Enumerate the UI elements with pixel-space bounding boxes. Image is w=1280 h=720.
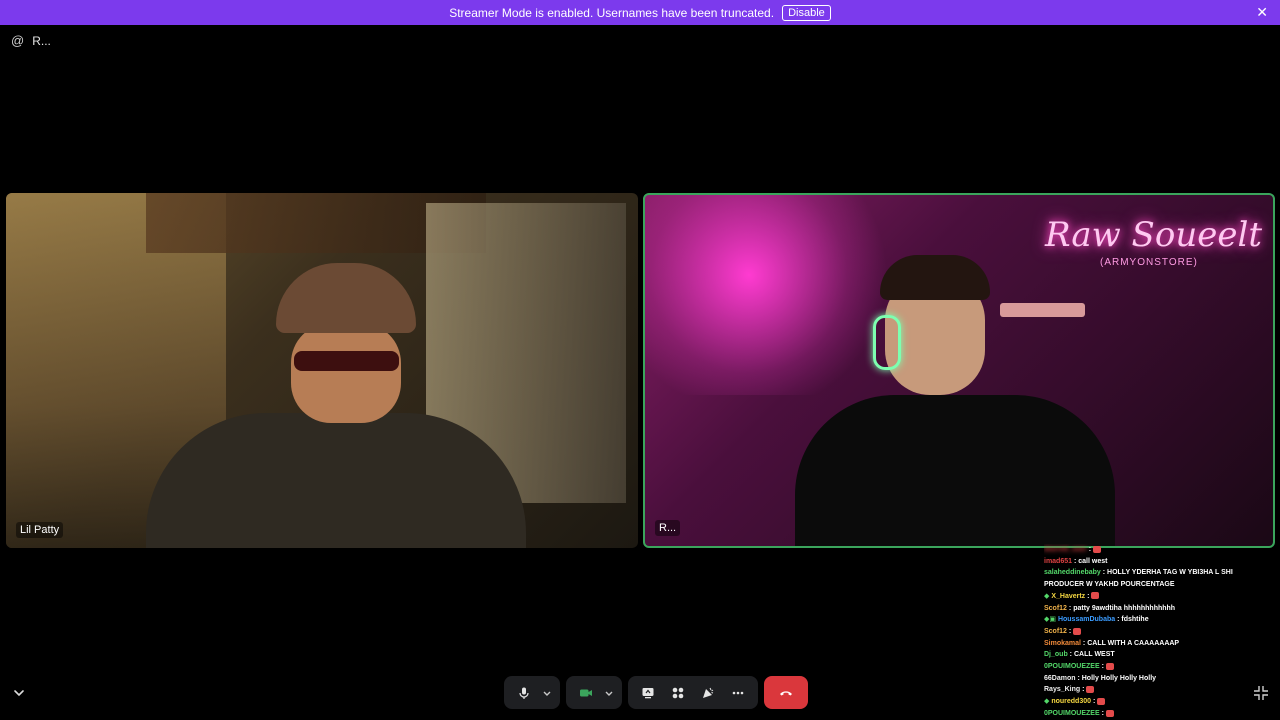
- chat-emote-icon: [1105, 662, 1114, 670]
- chat-emote-icon: [1073, 627, 1082, 635]
- chat-emote-icon: [1091, 592, 1100, 600]
- chat-username: Simokamal: [1044, 639, 1081, 647]
- participant-video: [795, 255, 1115, 546]
- chat-message: ◆ nouredd300 :: [1044, 696, 1272, 708]
- chat-message: Simokamal : CALL WITH A CAAAAAAAP: [1044, 639, 1180, 647]
- chat-text: Holly Holly Holly Holly: [1081, 674, 1157, 682]
- chat-message: 66Damon : Holly Holly Holly Holly: [1044, 674, 1157, 682]
- more-icon[interactable]: [724, 679, 752, 707]
- chat-emote-icon: [1097, 697, 1106, 705]
- chat-message: 0POUIMOUEZEE :: [1044, 708, 1272, 720]
- microphone-icon[interactable]: [510, 679, 538, 707]
- chat-username: nouredd300: [1051, 698, 1092, 706]
- camera-icon[interactable]: [572, 679, 600, 707]
- camera-options-chevron-icon[interactable]: [602, 679, 616, 707]
- activities-icon[interactable]: [664, 679, 692, 707]
- chat-message: salaheddinebaby : HOLLY YDERHA TAG W YBI…: [1044, 569, 1233, 589]
- chat-username: Scof12: [1044, 604, 1067, 612]
- call-controls: [504, 676, 808, 709]
- chat-username: 0POUIMOUEZEE: [1044, 663, 1100, 671]
- chat-message: Dj_oub : CALL WEST: [1044, 651, 1115, 659]
- disable-streamer-mode-button[interactable]: Disable: [782, 4, 831, 21]
- chat-message: Rays_King :: [1044, 684, 1272, 696]
- mic-group: [504, 676, 560, 709]
- chat-message: ◆ X_Havertz :: [1044, 591, 1272, 603]
- at-icon: @: [11, 33, 25, 48]
- chat-message: 0POUIMOUEZEE :: [1044, 661, 1272, 673]
- leave-call-button[interactable]: [764, 676, 808, 709]
- participant-video: [146, 263, 526, 548]
- chat-username: salaheddinebaby: [1044, 569, 1101, 577]
- chat-username: Dj_oub: [1044, 651, 1068, 659]
- exit-fullscreen-icon[interactable]: [1253, 685, 1269, 701]
- chat-message: Scof12 : patty 9awdtiha hhhhhhhhhhhh: [1044, 604, 1176, 612]
- chat-emote-icon: [1093, 545, 1102, 553]
- streamer-mode-banner: Streamer Mode is enabled. Usernames have…: [0, 0, 1280, 25]
- chat-username: imad651: [1044, 557, 1073, 565]
- chat-emote-icon: [1086, 686, 1095, 694]
- chat-username: X_Havertz: [1051, 592, 1086, 600]
- actions-group: [628, 676, 758, 709]
- participant-name: Lil Patty: [16, 522, 64, 538]
- chat-text: call west: [1078, 557, 1108, 565]
- channel-name[interactable]: R...: [32, 34, 51, 48]
- chat-text: CALL WEST: [1073, 651, 1115, 659]
- hang-up-icon: [780, 690, 792, 695]
- chevron-down-icon[interactable]: [12, 686, 26, 700]
- chat-message: ◆▣ HoussamDubaba : fdshtihe: [1044, 616, 1149, 624]
- participant-name: R...: [655, 520, 681, 536]
- chat-username: 66Damon: [1044, 674, 1076, 682]
- chat-badge-icon: ◆▣: [1044, 616, 1058, 624]
- chat-text: fdshtihe: [1121, 616, 1149, 624]
- close-icon[interactable]: ✕: [1256, 4, 1268, 21]
- chat-message: imad651 : call west: [1044, 557, 1108, 565]
- chat-username: HoussamDubaba: [1057, 616, 1116, 624]
- chat-message: blurred_user :: [1044, 544, 1272, 556]
- video-tile-speaking[interactable]: Raw Soueelt (ARMYONSTORE) R...: [643, 193, 1275, 548]
- chat-text: CALL WITH A CAAAAAAAP: [1087, 639, 1180, 647]
- chat-message: Scof12 :: [1044, 626, 1272, 638]
- chat-username: blurred_user: [1044, 546, 1087, 553]
- camera-group: [566, 676, 622, 709]
- chat-username: 0POUIMOUEZEE: [1044, 709, 1100, 717]
- screen-share-icon[interactable]: [634, 679, 662, 707]
- banner-text: Streamer Mode is enabled. Usernames have…: [449, 5, 775, 20]
- mic-options-chevron-icon[interactable]: [540, 679, 554, 707]
- video-tile-lil-patty[interactable]: Lil Patty: [6, 193, 638, 548]
- chat-username: Rays_King: [1044, 686, 1081, 694]
- chat-text: patty 9awdtiha hhhhhhhhhhhh: [1073, 604, 1176, 612]
- stream-chat-overlay: blurred_user : imad651 : call west salahe…: [1044, 544, 1272, 720]
- channel-header: @ R...: [11, 33, 51, 48]
- neon-sign: Raw Soueelt: [1045, 215, 1262, 255]
- chat-emote-icon: [1105, 709, 1114, 717]
- chat-username: Scof12: [1044, 627, 1067, 635]
- soundboard-icon[interactable]: [694, 679, 722, 707]
